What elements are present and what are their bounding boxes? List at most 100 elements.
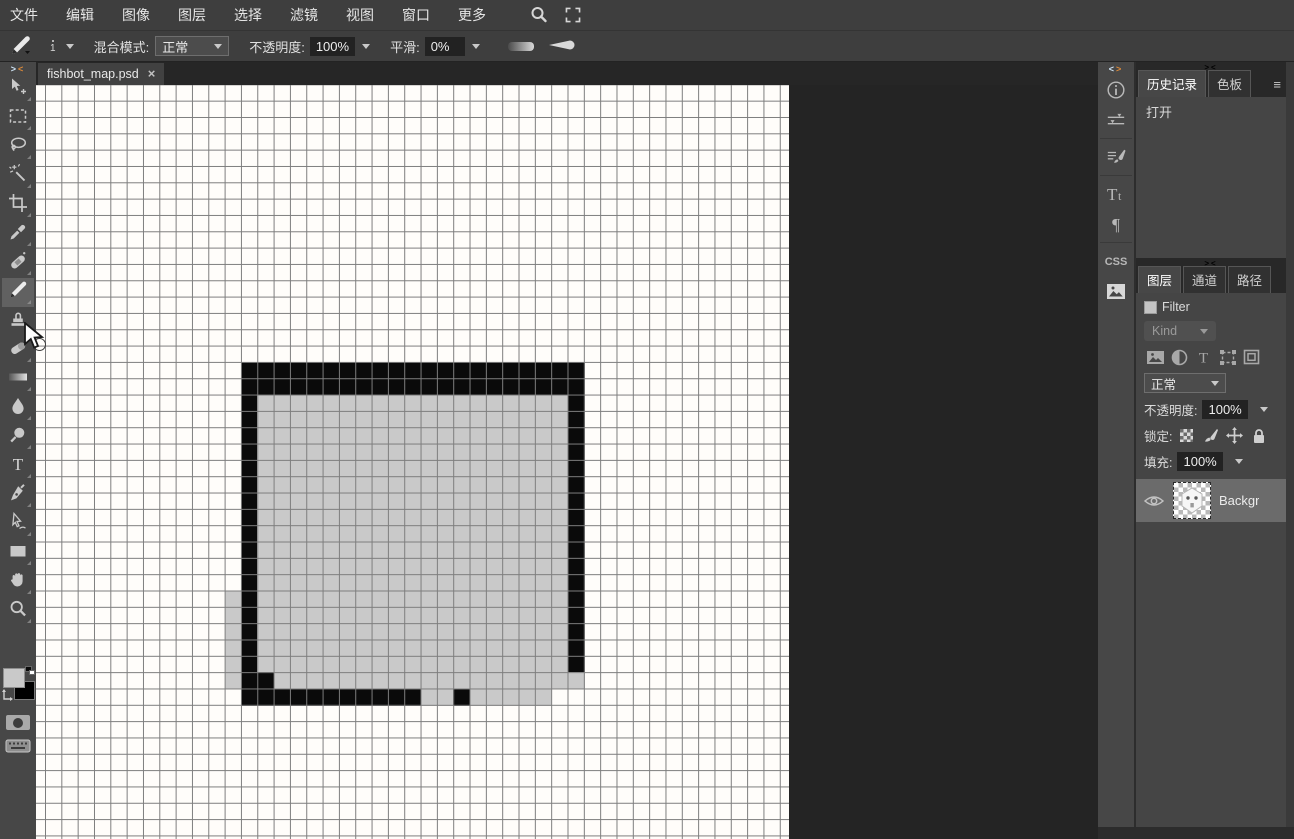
close-tab-icon[interactable]: × [148, 69, 156, 79]
filter-shape-layers-icon[interactable] [1216, 348, 1239, 366]
layer-blend-mode-select[interactable]: 正常 [1144, 373, 1226, 393]
filter-checkbox[interactable] [1144, 301, 1157, 314]
brush-settings-icon[interactable] [1098, 142, 1134, 172]
opacity-input[interactable]: 100% [310, 37, 355, 56]
spot-heal-tool[interactable] [2, 249, 34, 278]
lock-position-icon[interactable] [1225, 427, 1244, 445]
pixel-cell [257, 444, 274, 461]
menu-item[interactable]: 选择 [220, 5, 276, 25]
layers-tab[interactable]: 路径 [1228, 266, 1271, 293]
menu-item[interactable]: 更多 [444, 5, 500, 25]
eraser-tool[interactable] [2, 336, 34, 365]
pencil-tool[interactable] [2, 278, 34, 307]
filter-smart-objects-icon[interactable] [1240, 348, 1263, 366]
layer-thumbnail[interactable] [1173, 482, 1211, 519]
menu-item[interactable]: 视图 [332, 5, 388, 25]
pixel-cell [388, 411, 405, 428]
filter-pixel-layers-icon[interactable] [1144, 348, 1167, 366]
pixel-cell [535, 672, 552, 689]
layer-opacity-arrow-icon[interactable] [1260, 407, 1268, 412]
eyedropper-tool[interactable] [2, 220, 34, 249]
pencil-icon[interactable] [8, 34, 34, 58]
drawing-canvas[interactable] [36, 85, 789, 839]
menu-item[interactable]: 编辑 [52, 5, 108, 25]
pixel-cell [355, 623, 372, 640]
tools-collapse-toggle[interactable]: > < [0, 62, 36, 75]
pixel-cell [355, 378, 372, 395]
filter-adjustment-layers-icon[interactable] [1168, 348, 1191, 366]
info-icon[interactable] [1098, 75, 1134, 105]
fill-arrow-icon[interactable] [1235, 459, 1243, 464]
pixel-cell [323, 509, 340, 526]
pixel-cell [502, 378, 519, 395]
dodge-tool[interactable] [2, 423, 34, 452]
layer-visibility-eye-icon[interactable] [1143, 492, 1165, 510]
lock-pixels-icon[interactable] [1201, 427, 1220, 445]
lock-transparency-icon[interactable] [1177, 427, 1196, 445]
pen-tool[interactable] [2, 481, 34, 510]
layer-kind-select[interactable]: Kind [1144, 321, 1216, 341]
layers-tab[interactable]: 通道 [1183, 266, 1226, 293]
character-panel-icon[interactable]: Tt [1098, 179, 1134, 209]
fade-dynamics-icon[interactable] [508, 42, 534, 51]
foreground-color-swatch[interactable] [3, 668, 25, 688]
lasso-tool[interactable] [2, 133, 34, 162]
quick-mask-button[interactable] [6, 715, 30, 730]
menu-item[interactable]: 图层 [164, 5, 220, 25]
document-tab[interactable]: fishbot_map.psd × [38, 63, 164, 85]
layer-opacity-input[interactable]: 100% [1202, 400, 1247, 419]
brush-size-preview[interactable]: 1 [50, 40, 56, 53]
search-icon[interactable] [526, 3, 552, 27]
lock-all-icon[interactable] [1249, 427, 1268, 445]
layer-row[interactable]: Backgr [1136, 479, 1286, 522]
history-entry[interactable]: 打开 [1136, 97, 1286, 126]
pixel-cell [225, 656, 242, 673]
history-tab[interactable]: 色板 [1208, 70, 1251, 97]
crop-tool[interactable] [2, 191, 34, 220]
move-tool[interactable] [2, 75, 34, 104]
blend-mode-select[interactable]: 正常 [155, 36, 229, 56]
gradient-tool[interactable] [2, 365, 34, 394]
pixel-cell [519, 509, 536, 526]
smoothing-input[interactable]: 0% [425, 37, 465, 56]
type-tool[interactable]: T [2, 452, 34, 481]
magic-wand-tool[interactable] [2, 162, 34, 191]
clone-stamp-tool[interactable] [2, 307, 34, 336]
pixel-cell [453, 672, 470, 689]
pixel-cell [437, 525, 454, 542]
menu-item[interactable]: 窗口 [388, 5, 444, 25]
brush-dropdown-arrow-icon[interactable] [66, 44, 74, 49]
pixel-cell [453, 689, 470, 706]
pixel-cell [274, 623, 291, 640]
blur-tool[interactable] [2, 394, 34, 423]
opacity-dropdown-arrow-icon[interactable] [362, 44, 370, 49]
paragraph-panel-icon[interactable]: ¶ [1098, 209, 1134, 239]
smoothing-dropdown-arrow-icon[interactable] [472, 44, 480, 49]
zoom-tool[interactable] [2, 597, 34, 626]
panel-menu-icon[interactable]: ≡ [1273, 77, 1281, 92]
pixel-cell [404, 411, 421, 428]
fill-input[interactable]: 100% [1177, 452, 1222, 471]
keyboard-icon[interactable] [5, 739, 31, 753]
marquee-tool[interactable] [2, 104, 34, 133]
image-panel-icon[interactable] [1098, 276, 1134, 306]
filter-type-layers-icon[interactable]: T [1192, 348, 1215, 366]
menu-item[interactable]: 滤镜 [276, 5, 332, 25]
layers-tab[interactable]: 图层 [1138, 266, 1181, 293]
default-colors-icon[interactable] [25, 666, 35, 676]
hand-tool[interactable] [2, 568, 34, 597]
shape-rect-tool[interactable] [2, 539, 34, 568]
document-workspace: fishbot_map.psd × [36, 62, 1098, 839]
css-panel-icon[interactable]: CSS [1098, 246, 1134, 276]
rail-collapse-toggle[interactable]: < > [1098, 62, 1134, 75]
menu-item[interactable]: 文件 [10, 5, 52, 25]
swap-colors-icon[interactable] [1, 688, 15, 704]
panel-bottom-strip [1098, 827, 1294, 839]
taper-dynamics-icon[interactable] [548, 39, 576, 54]
menu-item[interactable]: 图像 [108, 5, 164, 25]
history-tab[interactable]: 历史记录 [1138, 70, 1206, 97]
path-select-tool[interactable] [2, 510, 34, 539]
adjustments-icon[interactable] [1098, 105, 1134, 135]
fullscreen-icon[interactable] [560, 3, 586, 27]
pixel-cell [241, 444, 258, 461]
